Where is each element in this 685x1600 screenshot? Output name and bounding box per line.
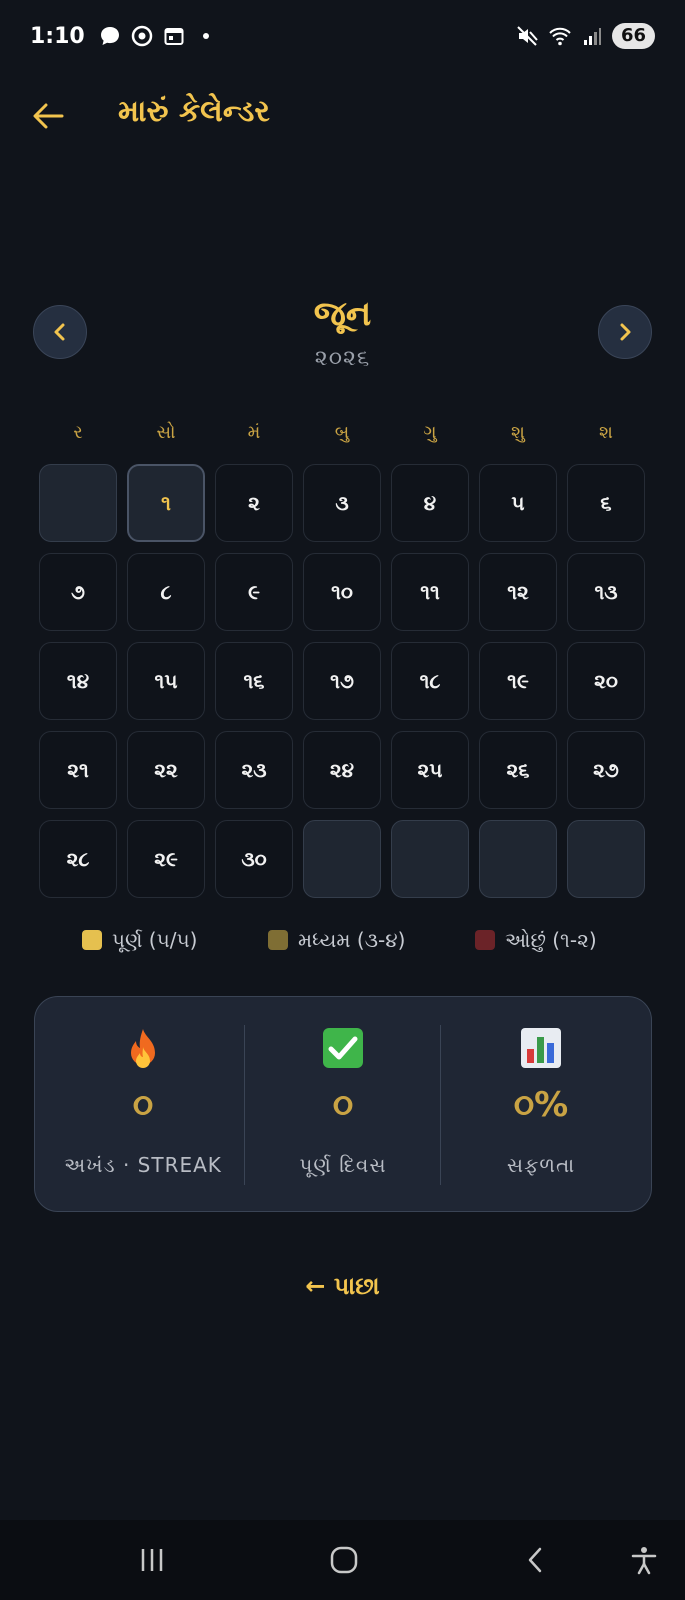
arrow-left-icon[interactable] [30, 98, 66, 134]
weekday-label: મં [247, 422, 261, 443]
empty-day-cell [39, 464, 117, 542]
day-cell[interactable]: ૯ [215, 553, 293, 631]
stats-card: ૦ અખંડ · STREAK ૦ પૂર્ણ દિવસ ૦% સફળતા [34, 996, 652, 1212]
day-cell[interactable]: ૨૮ [39, 820, 117, 898]
day-cell[interactable]: ૧૦ [303, 553, 381, 631]
back-link[interactable]: ← પાછા [0, 1272, 685, 1300]
system-navigation-bar [0, 1520, 685, 1600]
next-month-button[interactable] [598, 305, 652, 359]
stat-value: ૦ [132, 1085, 154, 1125]
accessibility-button[interactable] [620, 1536, 668, 1584]
legend-swatch [475, 930, 495, 950]
fire-icon [45, 1027, 241, 1071]
day-cell[interactable]: ૧૪ [39, 642, 117, 720]
status-bar: 1:10 66 [0, 0, 685, 72]
day-cell[interactable]: ૧૯ [479, 642, 557, 720]
signal-icon [583, 28, 601, 45]
empty-day-cell [567, 820, 645, 898]
day-cell[interactable]: ૧૩ [567, 553, 645, 631]
weekday-label: શ [599, 422, 613, 443]
stat-value: ૦ [332, 1085, 354, 1125]
calendar-screen: 1:10 66 મારું કેલેન્ડર જૂન ૨૦૨૬ ર સો મં … [0, 0, 685, 1600]
day-cell[interactable]: ૧૨ [479, 553, 557, 631]
status-notification-icons [99, 25, 209, 47]
weekday-label: સો [156, 422, 176, 443]
weekday-label: શુ [511, 422, 525, 443]
status-system-icons: 66 [516, 23, 655, 49]
chrome-icon [131, 25, 152, 47]
weekday-header-row: ર સો મં બુ ગુ શુ શ [39, 418, 647, 448]
legend-label: ઓછું (૧-૨) [505, 928, 597, 952]
wifi-icon [549, 27, 571, 46]
app-header: મારું કેલેન્ડર [0, 80, 685, 152]
day-cell[interactable]: ૧૬ [215, 642, 293, 720]
legend-swatch [268, 930, 288, 950]
day-cell-today[interactable]: ૧ [127, 464, 205, 542]
calendar-grid: ૧ ૨ ૩ ૪ ૫ ૬ ૭ ૮ ૯ ૧૦ ૧૧ ૧૨ ૧૩ ૧૪ ૧૫ ૧૬ ૧૭ ૧૮ ૧૯ ૨૦ ૨૧ ૨૨ ૨૩ ૨૪ ૨… [39, 464, 645, 898]
day-cell[interactable]: ૨ [215, 464, 293, 542]
day-cell[interactable]: ૧૮ [391, 642, 469, 720]
day-cell[interactable]: ૨૩ [215, 731, 293, 809]
recent-apps-button[interactable] [128, 1536, 176, 1584]
day-cell[interactable]: ૧૫ [127, 642, 205, 720]
page-title: મારું કેલેન્ડર [118, 94, 270, 129]
day-cell[interactable]: ૨૭ [567, 731, 645, 809]
home-button[interactable] [320, 1536, 368, 1584]
battery-indicator: 66 [611, 23, 655, 49]
status-more-dot [202, 33, 209, 39]
check-mark-button-icon [245, 1027, 441, 1071]
day-cell[interactable]: ૫ [479, 464, 557, 542]
legend-item-complete: પૂર્ણ (૫/૫) [82, 928, 197, 952]
stat-value: ૦% [513, 1085, 569, 1125]
system-back-button[interactable] [512, 1536, 560, 1584]
stat-success-rate: ૦% સફળતા [443, 997, 639, 1213]
day-cell[interactable]: ૨૦ [567, 642, 645, 720]
day-cell[interactable]: ૩૦ [215, 820, 293, 898]
recent-apps-icon [141, 1549, 163, 1571]
chevron-left-icon [528, 1547, 542, 1573]
day-cell[interactable]: ૨૯ [127, 820, 205, 898]
day-cell[interactable]: ૨૨ [127, 731, 205, 809]
day-cell[interactable]: ૩ [303, 464, 381, 542]
month-label: જૂન [313, 294, 372, 334]
stat-label: અખંડ · STREAK [64, 1153, 222, 1177]
status-time: 1:10 [30, 23, 85, 49]
legend-label: પૂર્ણ (૫/૫) [112, 928, 198, 952]
legend-item-low: ઓછું (૧-૨) [475, 928, 597, 952]
weekday-label: બુ [334, 422, 350, 443]
year-label: ૨૦૨૬ [314, 346, 371, 371]
legend-item-medium: મધ્યમ (૩-૪) [268, 928, 405, 952]
stat-label: પૂર્ણ દિવસ [299, 1153, 387, 1177]
month-navigator: જૂન ૨૦૨૬ [0, 290, 685, 390]
legend: પૂર્ણ (૫/૫) મધ્યમ (૩-૪) ઓછું (૧-૨) [0, 928, 685, 964]
home-icon [330, 1546, 358, 1574]
accessibility-icon [631, 1547, 657, 1575]
day-cell[interactable]: ૭ [39, 553, 117, 631]
legend-swatch [82, 930, 102, 950]
day-cell[interactable]: ૮ [127, 553, 205, 631]
legend-label: મધ્યમ (૩-૪) [298, 928, 406, 952]
weekday-label: ગુ [423, 422, 437, 443]
day-cell[interactable]: ૪ [391, 464, 469, 542]
calendar-icon [164, 28, 184, 45]
stat-label: સફળતા [506, 1153, 576, 1177]
day-cell[interactable]: ૨૫ [391, 731, 469, 809]
day-cell[interactable]: ૬ [567, 464, 645, 542]
day-cell[interactable]: ૧૭ [303, 642, 381, 720]
bar-chart-icon [443, 1027, 639, 1071]
chat-bubble-icon [100, 27, 119, 45]
weekday-label: ર [73, 422, 83, 443]
empty-day-cell [391, 820, 469, 898]
empty-day-cell [479, 820, 557, 898]
mute-icon [517, 26, 538, 46]
empty-day-cell [303, 820, 381, 898]
day-cell[interactable]: ૨૧ [39, 731, 117, 809]
day-cell[interactable]: ૧૧ [391, 553, 469, 631]
day-cell[interactable]: ૨૪ [303, 731, 381, 809]
stat-complete-days: ૦ પૂર્ણ દિવસ [245, 997, 441, 1213]
stat-streak: ૦ અખંડ · STREAK [45, 997, 241, 1213]
stat-divider [440, 1025, 441, 1185]
day-cell[interactable]: ૨૬ [479, 731, 557, 809]
chevron-right-icon [620, 323, 631, 341]
